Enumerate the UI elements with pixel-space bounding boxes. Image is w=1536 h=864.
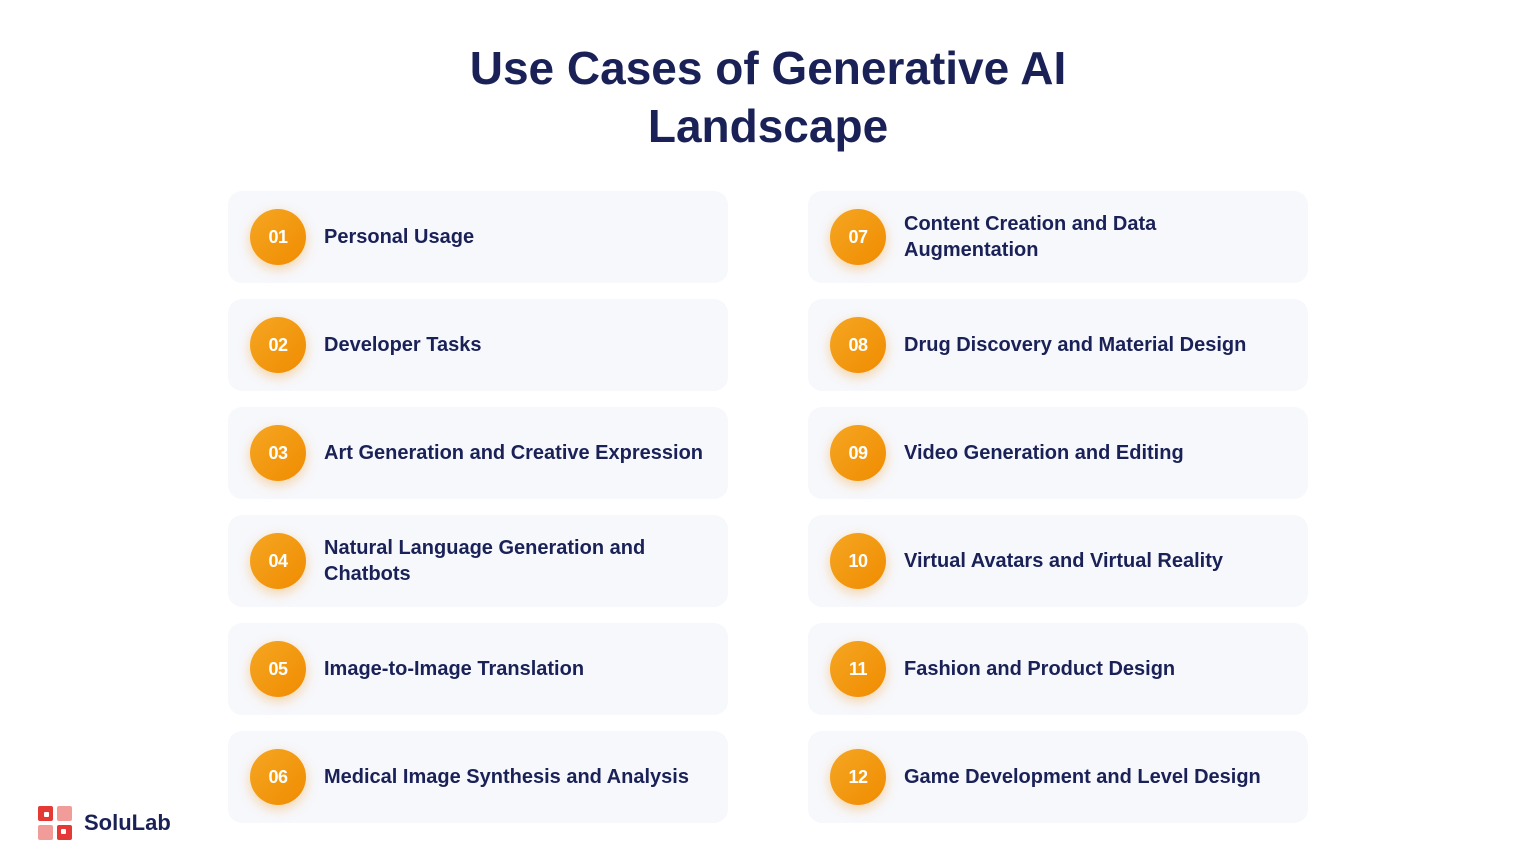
use-case-label: Art Generation and Creative Expression: [324, 440, 703, 466]
use-case-card: 11 Fashion and Product Design: [808, 623, 1308, 715]
use-case-card: 02 Developer Tasks: [228, 299, 728, 391]
use-case-badge: 12: [830, 749, 886, 805]
use-case-label: Image-to-Image Translation: [324, 656, 584, 682]
use-case-card: 01 Personal Usage: [228, 191, 728, 283]
use-case-label: Natural Language Generation and Chatbots: [324, 535, 706, 587]
use-case-label: Content Creation and Data Augmentation: [904, 211, 1286, 263]
use-case-card: 05 Image-to-Image Translation: [228, 623, 728, 715]
use-case-badge: 03: [250, 425, 306, 481]
title-line1: Use Cases of Generative AI: [470, 42, 1067, 94]
use-case-badge: 10: [830, 533, 886, 589]
title-line2: Landscape: [648, 100, 888, 152]
use-case-label: Game Development and Level Design: [904, 764, 1261, 790]
use-case-badge: 04: [250, 533, 306, 589]
use-case-card: 04 Natural Language Generation and Chatbo…: [228, 515, 728, 607]
use-case-label: Drug Discovery and Material Design: [904, 332, 1246, 358]
use-case-card: 09 Video Generation and Editing: [808, 407, 1308, 499]
use-case-badge: 01: [250, 209, 306, 265]
use-case-badge: 09: [830, 425, 886, 481]
use-case-label: Fashion and Product Design: [904, 656, 1175, 682]
use-case-badge: 08: [830, 317, 886, 373]
use-case-badge: 02: [250, 317, 306, 373]
use-case-card: 03 Art Generation and Creative Expression: [228, 407, 728, 499]
use-case-badge: 07: [830, 209, 886, 265]
solulab-logo-icon: [36, 804, 74, 842]
use-case-label: Medical Image Synthesis and Analysis: [324, 764, 689, 790]
use-cases-grid: 01 Personal Usage 07 Content Creation and D…: [218, 191, 1318, 823]
page-title: Use Cases of Generative AI Landscape: [470, 40, 1067, 155]
use-case-badge: 05: [250, 641, 306, 697]
use-case-label: Developer Tasks: [324, 332, 482, 358]
use-case-card: 07 Content Creation and Data Augmentation: [808, 191, 1308, 283]
use-case-card: 12 Game Development and Level Design: [808, 731, 1308, 823]
use-case-badge: 06: [250, 749, 306, 805]
logo-area: SoluLab: [36, 804, 171, 842]
use-case-label: Personal Usage: [324, 224, 474, 250]
use-case-label: Video Generation and Editing: [904, 440, 1184, 466]
use-case-card: 06 Medical Image Synthesis and Analysis: [228, 731, 728, 823]
use-case-badge: 11: [830, 641, 886, 697]
use-case-card: 08 Drug Discovery and Material Design: [808, 299, 1308, 391]
use-case-card: 10 Virtual Avatars and Virtual Reality: [808, 515, 1308, 607]
logo-text: SoluLab: [84, 810, 171, 836]
use-case-label: Virtual Avatars and Virtual Reality: [904, 548, 1223, 574]
